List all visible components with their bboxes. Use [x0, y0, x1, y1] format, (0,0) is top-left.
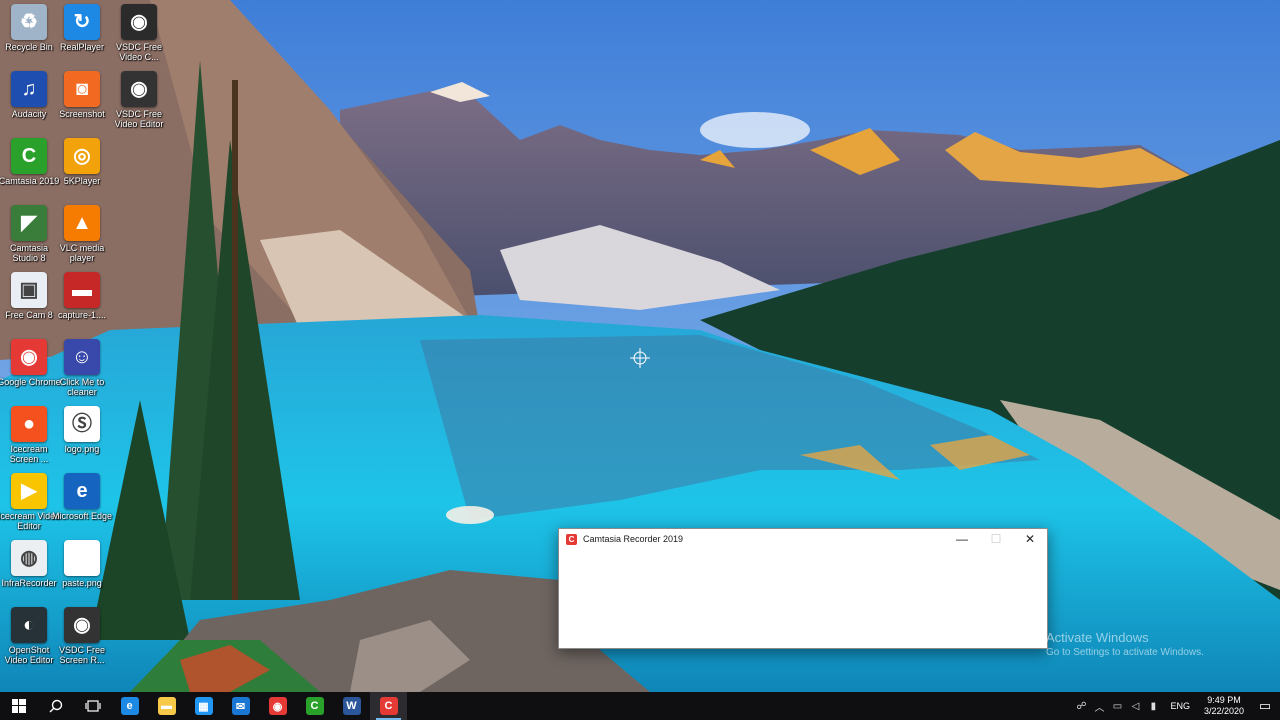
battery-icon[interactable]: ▮: [1144, 701, 1162, 712]
chevron-up-icon[interactable]: ︿: [1090, 699, 1108, 714]
taskbar-camtasia-recorder-button[interactable]: C: [370, 692, 407, 720]
edge-icon: e: [64, 473, 100, 509]
camtasia-recorder-icon: C: [379, 697, 398, 715]
desktop-icon-vsdc-editor[interactable]: ◉ VSDC Free Video Editor: [105, 71, 173, 129]
language-indicator[interactable]: ENG: [1170, 701, 1190, 711]
image-file-icon: Ⓢ: [64, 406, 100, 442]
camtasia-icon: C: [305, 697, 324, 715]
desktop-icon-label: VLC media player: [59, 243, 105, 263]
desktop-icon-5kplayer[interactable]: ◎ 5KPlayer: [48, 138, 116, 186]
start-button[interactable]: [0, 692, 37, 720]
network-icon[interactable]: ▭: [1108, 701, 1126, 712]
store-icon: ▦: [194, 697, 213, 715]
edge-icon: e: [120, 697, 139, 715]
desktop-icon-label: capture-1....: [57, 310, 107, 320]
desktop-icon-label: paste.png: [62, 578, 102, 588]
system-tray: ☍ ︿ ▭ ◁ ▮ ENG 9:49 PM 3/22/2020 ▭: [1072, 692, 1280, 720]
desktop-icon-edge[interactable]: e Microsoft Edge: [48, 473, 116, 521]
desktop-icon-label: Click Me to cleaner: [59, 377, 105, 397]
notification-center-icon[interactable]: ▭: [1250, 698, 1280, 714]
minimize-button[interactable]: —: [945, 529, 979, 549]
vsdc-editor-icon: ◉: [121, 71, 157, 107]
vsdc-recorder-icon: ◉: [64, 607, 100, 643]
window-title: Camtasia Recorder 2019: [583, 534, 684, 544]
maximize-button: ☐: [990, 532, 1002, 546]
desktop-icon-vsdc-converter[interactable]: ◉ VSDC Free Video C...: [105, 4, 173, 62]
volume-icon[interactable]: ◁: [1126, 701, 1144, 712]
openshot-icon: ◐: [11, 607, 47, 643]
camtasia-recorder-icon: C: [566, 533, 577, 545]
screenshot-icon: ◙: [64, 71, 100, 107]
vsdc-converter-icon: ◉: [121, 4, 157, 40]
mail-icon: ✉: [231, 697, 250, 715]
infrarecorder-icon: ◍: [11, 540, 47, 576]
windows-logo-icon: [11, 699, 26, 713]
camtasia-icon: C: [11, 138, 47, 174]
free-cam-icon: ▣: [11, 272, 47, 308]
activate-windows-watermark: Activate Windows Go to Settings to activ…: [1046, 630, 1204, 658]
desktop-icon-vlc[interactable]: ▲ VLC media player: [48, 205, 116, 263]
icecream-video-icon: ▶: [11, 473, 47, 509]
watermark-title: Activate Windows: [1046, 630, 1149, 645]
watermark-subtitle: Go to Settings to activate Windows.: [1046, 647, 1204, 658]
word-icon: W: [342, 697, 361, 715]
taskbar-file-explorer-button[interactable]: ▬: [148, 692, 185, 720]
taskbar-mail-button[interactable]: ✉: [222, 692, 259, 720]
cleaner-icon: ☺: [64, 339, 100, 375]
camtasia-recorder-window[interactable]: C Camtasia Recorder 2019 — ☐ ✕: [558, 528, 1048, 649]
taskbar-camtasia-button[interactable]: C: [296, 692, 333, 720]
vlc-icon: ▲: [64, 205, 100, 241]
task-view-icon: [84, 700, 101, 712]
audacity-icon: ♫: [11, 71, 47, 107]
desktop-icon-cleaner[interactable]: ☺ Click Me to cleaner: [48, 339, 116, 397]
desktop-icon-label: 5KPlayer: [63, 176, 101, 186]
taskbar-store-button[interactable]: ▦: [185, 692, 222, 720]
desktop-icon-image-file[interactable]: paste.png: [48, 540, 116, 588]
window-titlebar[interactable]: C Camtasia Recorder 2019 — ☐ ✕: [559, 529, 1047, 549]
video-file-icon: ▬: [64, 272, 100, 308]
clock-time: 9:49 PM: [1207, 695, 1241, 705]
desktop-icon-label: Microsoft Edge: [51, 511, 113, 521]
desktop-icon-image-file[interactable]: Ⓢlogo.png: [48, 406, 116, 454]
desktop-icon-label: VSDC Free Video C...: [115, 42, 162, 62]
desktop-icon-label: VSDC Free Screen R...: [58, 645, 105, 665]
desktop-icon-label: VSDC Free Video Editor: [114, 109, 164, 129]
taskbar: e ▬ ▦ ✉ ◉ C W C ☍ ︿ ▭ ◁ ▮ ENG 9:49 PM 3/22/2020…: [0, 692, 1280, 720]
desktop-icon-vsdc-recorder[interactable]: ◉ VSDC Free Screen R...: [48, 607, 116, 665]
chrome-icon: ◉: [11, 339, 47, 375]
taskbar-edge-button[interactable]: e: [111, 692, 148, 720]
people-icon[interactable]: ☍: [1072, 701, 1090, 712]
close-button[interactable]: ✕: [1013, 529, 1047, 549]
desktop-icon-video-file[interactable]: ▬ capture-1....: [48, 272, 116, 320]
taskbar-pinned-apps: e ▬ ▦ ✉ ◉ C W C: [111, 692, 407, 720]
search-button[interactable]: [37, 692, 74, 720]
folder-icon: ▬: [157, 697, 176, 715]
taskbar-chrome-button[interactable]: ◉: [259, 692, 296, 720]
icecream-screen-icon: ●: [11, 406, 47, 442]
taskbar-word-button[interactable]: W: [333, 692, 370, 720]
recycle-bin-icon: ♻: [11, 4, 47, 40]
camtasia-studio-icon: ◤: [11, 205, 47, 241]
chrome-icon: ◉: [268, 697, 287, 715]
clock[interactable]: 9:49 PM 3/22/2020: [1204, 695, 1244, 717]
realplayer-icon: ↻: [64, 4, 100, 40]
task-view-button[interactable]: [74, 692, 111, 720]
clock-date: 3/22/2020: [1203, 706, 1244, 716]
search-icon: [49, 699, 62, 713]
5kplayer-icon: ◎: [64, 138, 100, 174]
desktop-icon-label: logo.png: [64, 444, 100, 454]
image-file-icon: [64, 540, 100, 576]
